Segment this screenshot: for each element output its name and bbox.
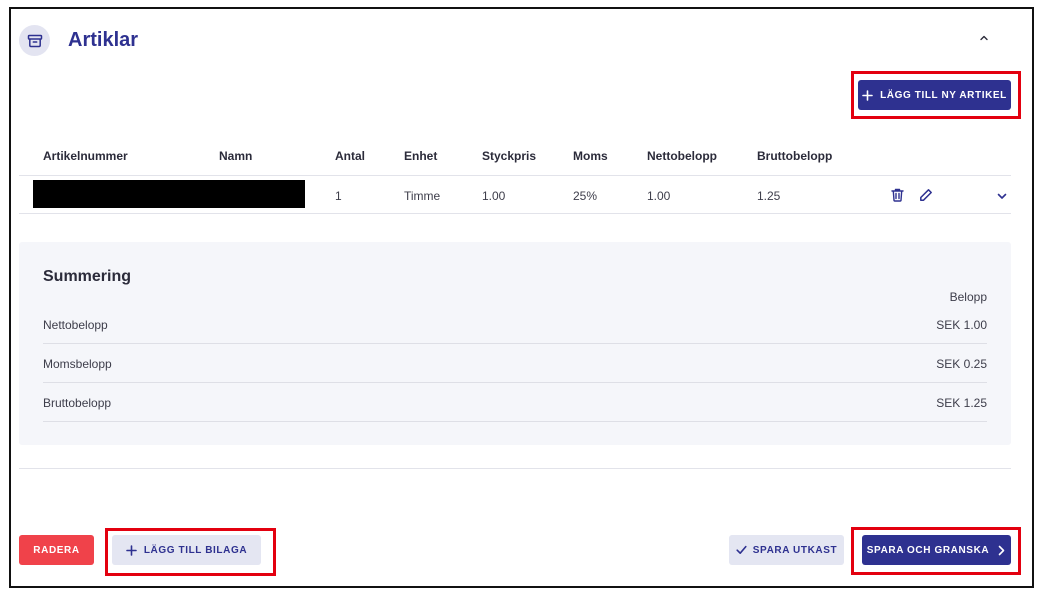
- save-and-review-label: SPARA OCH GRANSKA: [866, 544, 990, 556]
- cell-antal: 1: [335, 189, 342, 203]
- save-draft-label: SPARA UTKAST: [752, 544, 838, 556]
- summary-value-brutto: SEK 1.25: [936, 396, 987, 410]
- summary-divider: [43, 382, 987, 383]
- cell-moms: 25%: [573, 189, 598, 203]
- summary-divider: [43, 421, 987, 422]
- cell-styckpris: 1.00: [482, 189, 506, 203]
- col-enhet: Enhet: [404, 149, 438, 163]
- page-title: Artiklar: [68, 29, 139, 51]
- save-draft-button[interactable]: SPARA UTKAST: [729, 535, 844, 565]
- save-and-review-button[interactable]: SPARA OCH GRANSKA: [862, 535, 1011, 565]
- summary-amount-header: Belopp: [949, 290, 987, 304]
- chevron-down-icon: [997, 193, 1007, 199]
- col-nettobelopp: Nettobelopp: [647, 149, 717, 163]
- redacted-article-info: [33, 180, 305, 208]
- pencil-icon: [920, 189, 932, 201]
- add-attachment-button[interactable]: LÄGG TILL BILAGA: [112, 535, 261, 565]
- summary-value-moms: SEK 0.25: [936, 357, 987, 371]
- summary-label-netto: Nettobelopp: [43, 318, 108, 332]
- collapse-button[interactable]: [974, 28, 994, 48]
- col-moms: Moms: [573, 149, 608, 163]
- cell-enhet: Timme: [404, 189, 441, 203]
- trash-icon: [890, 188, 904, 202]
- add-article-button[interactable]: LÄGG TILL NY ARTIKEL: [858, 80, 1011, 110]
- col-namn: Namn: [219, 149, 253, 163]
- col-styckpris: Styckpris: [482, 149, 537, 163]
- plus-icon: [862, 89, 873, 101]
- plus-icon: [126, 544, 137, 556]
- summary-label-brutto: Bruttobelopp: [43, 396, 112, 410]
- delete-row-button[interactable]: [888, 186, 906, 204]
- summary-title: Summering: [43, 268, 132, 285]
- edit-row-button[interactable]: [917, 186, 935, 204]
- chevron-up-icon: [980, 35, 988, 41]
- table-row-divider: [19, 213, 1011, 214]
- chevron-right-icon: [998, 545, 1005, 555]
- expand-row-button[interactable]: [993, 187, 1011, 205]
- col-artikelnummer: Artikelnummer: [43, 149, 128, 163]
- summary-panel: Summering Belopp Nettobelopp SEK 1.00 Mo…: [19, 242, 1011, 445]
- add-article-label: LÄGG TILL NY ARTIKEL: [880, 89, 1007, 101]
- archive-box-icon: [19, 25, 50, 56]
- check-icon: [736, 545, 747, 554]
- col-antal: Antal: [335, 149, 365, 163]
- cell-nettobelopp: 1.00: [647, 189, 671, 203]
- summary-divider: [43, 343, 987, 344]
- delete-button[interactable]: RADERA: [19, 535, 94, 565]
- add-attachment-label: LÄGG TILL BILAGA: [143, 544, 248, 556]
- cell-bruttobelopp: 1.25: [757, 189, 781, 203]
- summary-label-moms: Momsbelopp: [43, 357, 112, 371]
- summary-value-netto: SEK 1.00: [936, 318, 987, 332]
- table-header-divider: [19, 175, 1011, 176]
- delete-label: RADERA: [33, 544, 80, 556]
- col-bruttobelopp: Bruttobelopp: [757, 149, 833, 163]
- footer-divider: [19, 468, 1011, 469]
